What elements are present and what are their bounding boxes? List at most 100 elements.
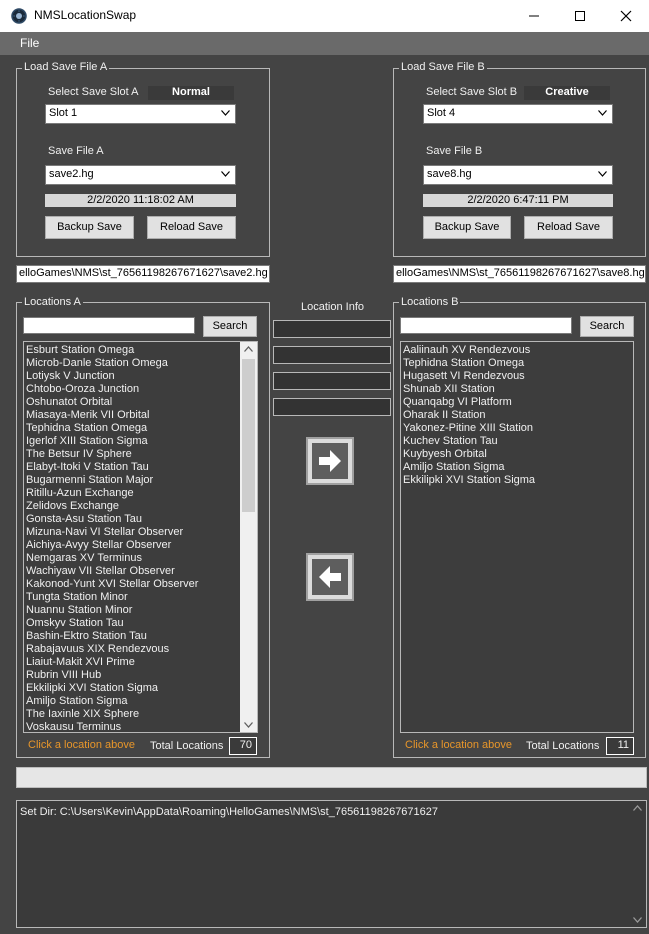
list-item[interactable]: Miasaya-Merik VII Orbital	[26, 409, 149, 422]
locations-b-search-button[interactable]: Search	[580, 316, 634, 337]
save-file-b-value: save8.hg	[427, 168, 472, 180]
list-item[interactable]: Esburt Station Omega	[26, 344, 134, 357]
locations-b-total: 11	[606, 737, 634, 755]
list-item[interactable]: Microb-Danle Station Omega	[26, 357, 168, 370]
reload-save-a-button[interactable]: Reload Save	[147, 216, 236, 239]
list-item[interactable]: Oshunatot Orbital	[26, 396, 112, 409]
list-item[interactable]: Ritillu-Azun Exchange	[26, 487, 134, 500]
list-item[interactable]: Nemgaras XV Terminus	[26, 552, 142, 565]
locations-a-search-button[interactable]: Search	[203, 316, 257, 337]
list-item[interactable]: Nuannu Station Minor	[26, 604, 132, 617]
menu-bar	[0, 32, 649, 55]
locations-b-search-input[interactable]	[400, 317, 572, 334]
locations-b-hint: Click a location above	[405, 739, 513, 751]
minimize-button[interactable]	[511, 0, 557, 32]
list-item[interactable]: Tephidna Station Omega	[403, 357, 524, 370]
list-item[interactable]: Gonsta-Asu Station Tau	[26, 513, 142, 526]
save-a-path[interactable]: elloGames\NMS\st_76561198267671627\save2…	[16, 265, 270, 283]
locations-a-scrollbar[interactable]	[240, 342, 257, 732]
scroll-up-icon[interactable]	[633, 805, 642, 811]
list-item[interactable]: Liaiut-Makit XVI Prime	[26, 656, 135, 669]
list-item[interactable]: Chtobo-Oroza Junction	[26, 383, 139, 396]
list-item[interactable]: Aaliinauh XV Rendezvous	[403, 344, 530, 357]
reload-save-b-button[interactable]: Reload Save	[524, 216, 613, 239]
location-info-field-2[interactable]	[273, 346, 391, 364]
list-item[interactable]: Amiljo Station Sigma	[26, 695, 128, 708]
location-info-label: Location Info	[301, 301, 364, 313]
scroll-down-icon[interactable]	[244, 722, 253, 728]
menu-file[interactable]: File	[20, 36, 39, 50]
list-item[interactable]: Aichiya-Avyy Stellar Observer	[26, 539, 171, 552]
locations-a-hint: Click a location above	[28, 739, 136, 751]
list-item[interactable]: Ekkilipki XVI Station Sigma	[26, 682, 158, 695]
locations-a-list[interactable]: Esburt Station Omega Microb-Danle Station…	[23, 341, 258, 733]
locations-b-total-label: Total Locations	[526, 740, 600, 752]
maximize-icon	[575, 11, 585, 21]
list-item[interactable]: Kakonod-Yunt XVI Stellar Observer	[26, 578, 198, 591]
list-item[interactable]: Shunab XII Station	[403, 383, 495, 396]
save-b-path[interactable]: elloGames\NMS\st_76561198267671627\save8…	[393, 265, 646, 283]
list-item[interactable]: Rubrin VIII Hub	[26, 669, 101, 682]
list-item[interactable]: Omskyv Station Tau	[26, 617, 124, 630]
save-file-b-label: Save File B	[426, 145, 483, 157]
save-slot-a-label: Select Save Slot A	[48, 86, 139, 98]
list-item[interactable]: The Iaxinle XIX Sphere	[26, 708, 139, 721]
list-item[interactable]: Ekkilipki XVI Station Sigma	[403, 474, 535, 487]
locations-b-list[interactable]: Aaliinauh XV Rendezvous Tephidna Station …	[400, 341, 634, 733]
list-item[interactable]: The Betsur IV Sphere	[26, 448, 132, 461]
save-file-b-select[interactable]: save8.hg	[423, 165, 613, 185]
locations-a-total: 70	[229, 737, 257, 755]
save-a-group-title: Load Save File A	[22, 61, 110, 73]
save-file-a-label: Save File A	[48, 145, 104, 157]
list-item[interactable]: Bugarmenni Station Major	[26, 474, 153, 487]
list-item[interactable]: Mizuna-Navi VI Stellar Observer	[26, 526, 183, 539]
copy-to-b-button[interactable]	[306, 437, 354, 485]
save-slot-b-value: Slot 4	[427, 107, 456, 119]
list-item[interactable]: Tungta Station Minor	[26, 591, 128, 604]
log-text: Set Dir: C:\Users\Kevin\AppData\Roaming\…	[20, 806, 439, 818]
chevron-down-icon	[598, 110, 607, 116]
copy-to-a-button[interactable]	[306, 553, 354, 601]
save-a-mode-badge: Normal	[148, 86, 234, 100]
location-info-field-1[interactable]	[273, 320, 391, 338]
list-item[interactable]: Kuchev Station Tau	[403, 435, 498, 448]
save-file-a-value: save2.hg	[49, 168, 94, 180]
backup-save-b-button[interactable]: Backup Save	[423, 216, 511, 239]
locations-a-scroll-thumb[interactable]	[242, 359, 255, 512]
list-item[interactable]: Wachiyaw VII Stellar Observer	[26, 565, 175, 578]
location-info-field-4[interactable]	[273, 398, 391, 416]
list-item[interactable]: Elabyt-Itoki V Station Tau	[26, 461, 149, 474]
close-button[interactable]	[603, 0, 649, 32]
list-item[interactable]: Rabajavuus XIX Rendezvous	[26, 643, 169, 656]
arrow-right-icon	[312, 443, 348, 479]
save-file-a-select[interactable]: save2.hg	[45, 165, 236, 185]
save-slot-a-select[interactable]: Slot 1	[45, 104, 236, 124]
location-info-field-3[interactable]	[273, 372, 391, 390]
list-item[interactable]: Yakonez-Pitine XIII Station	[403, 422, 533, 435]
list-item[interactable]: Oharak II Station	[403, 409, 486, 422]
log-textbox[interactable]: Set Dir: C:\Users\Kevin\AppData\Roaming\…	[16, 800, 647, 928]
minimize-icon	[529, 15, 539, 17]
list-item[interactable]: Bashin-Ektro Station Tau	[26, 630, 147, 643]
list-item[interactable]: Hugasett VI Rendezvous	[403, 370, 525, 383]
maximize-button[interactable]	[557, 0, 603, 32]
list-item[interactable]: Igerlof XIII Station Sigma	[26, 435, 148, 448]
locations-a-search-input[interactable]	[23, 317, 195, 334]
locations-a-group-title: Locations A	[22, 296, 83, 308]
list-item[interactable]: Quanqabg VI Platform	[403, 396, 512, 409]
list-item[interactable]: Lotiysk V Junction	[26, 370, 115, 383]
locations-a-total-label: Total Locations	[150, 740, 224, 752]
list-item[interactable]: Tephidna Station Omega	[26, 422, 147, 435]
list-item[interactable]: Zelidovs Exchange	[26, 500, 119, 513]
progress-bar	[16, 767, 647, 788]
list-item[interactable]: Voskausu Terminus	[26, 721, 121, 732]
chevron-down-icon	[221, 110, 230, 116]
scroll-up-icon[interactable]	[244, 346, 253, 352]
scroll-down-icon[interactable]	[633, 917, 642, 923]
locations-b-group-title: Locations B	[399, 296, 461, 308]
list-item[interactable]: Amiljo Station Sigma	[403, 461, 505, 474]
list-item[interactable]: Kuybyesh Orbital	[403, 448, 487, 461]
save-slot-b-select[interactable]: Slot 4	[423, 104, 613, 124]
log-scrollbar[interactable]	[629, 801, 646, 927]
backup-save-a-button[interactable]: Backup Save	[45, 216, 134, 239]
